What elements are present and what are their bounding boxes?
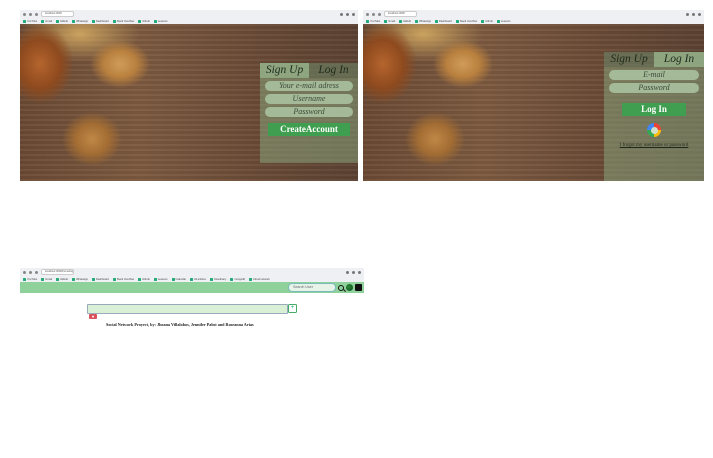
auth-tabs: Sign Up Log In [604,52,704,67]
email-field[interactable]: Your e-mail adress [265,81,353,91]
tab-signup[interactable]: Sign Up [260,63,309,78]
back-icon[interactable] [366,12,369,16]
forgot-password-link[interactable]: I forgot my username or password [604,143,704,148]
login-panel: Sign Up Log In E-mail Password Log In I … [604,52,704,181]
address-bar[interactable]: localhost:3000 [384,11,417,17]
reload-icon[interactable] [35,12,38,16]
heart-icon[interactable]: ♥ [89,314,97,319]
bookmark[interactable]: Lessons [153,19,168,23]
bookmark[interactable]: Cloud network [249,277,270,281]
bookmark[interactable]: Lessons [153,277,168,281]
tab-login[interactable]: Log In [654,52,704,67]
footer-credit: Social Network Proyect, by: Jhoana Villa… [106,322,254,327]
bookmark[interactable]: YouTube [23,19,37,23]
bookmark[interactable]: Dashboard [92,19,109,23]
exit-icon[interactable] [355,284,362,291]
login-button[interactable]: Log In [622,103,686,116]
bread-background: Sign Up Log In E-mail Password Log In I … [363,24,704,181]
email-field[interactable]: E-mail [609,70,699,80]
bookmark[interactable]: Stack Overflow [455,19,477,23]
reload-icon[interactable] [35,270,38,274]
post-input[interactable] [87,304,288,314]
bookmark[interactable]: Gmail [41,19,52,23]
extension-icon[interactable] [686,12,689,16]
globe-icon[interactable] [346,284,353,291]
tab-login[interactable]: Log In [309,63,358,78]
star-icon[interactable] [346,12,349,16]
bookmark[interactable]: Github [481,19,493,23]
bookmark[interactable]: Cloudinary [209,277,226,281]
signup-panel: Sign Up Log In Your e-mail adress Userna… [260,63,358,163]
bookmark[interactable]: Github [138,19,150,23]
add-post-icon[interactable]: + [288,304,297,313]
search-icon[interactable] [338,284,344,291]
extension-icon[interactable] [346,270,349,274]
bookmark[interactable]: Stack Overflow [112,19,134,23]
tab-signup[interactable]: Sign Up [604,52,654,67]
bookmark[interactable]: GitHub [55,19,68,23]
bookmark[interactable]: WhatsApp [72,277,88,281]
star-icon[interactable] [692,12,695,16]
bookmark[interactable]: YouTube [366,19,380,23]
profile-icon[interactable] [352,12,355,16]
address-bar[interactable]: localhost:3000 [41,11,74,17]
bookmark[interactable]: GitHub [55,277,68,281]
bookmark[interactable]: Dashboard [435,19,452,23]
bookmark[interactable]: YouTube [23,277,37,281]
profile-icon[interactable] [698,12,701,16]
bread-background: Sign Up Log In Your e-mail adress Userna… [20,24,358,181]
browser-actions [686,12,701,16]
bookmark[interactable]: GitHub [398,19,411,23]
browser-toolbar: localhost:3000 [20,10,358,18]
browser-toolbar: localhost:3000 [363,10,704,18]
browser-toolbar: localhost:3000/home/logs [20,268,364,276]
profile-icon[interactable] [358,270,361,274]
create-account-button[interactable]: CreateAccount [268,123,350,136]
star-icon[interactable] [352,270,355,274]
bookmark[interactable]: mongodb [230,277,245,281]
extension-icon[interactable] [340,12,343,16]
login-screenshot: localhost:3000 YouTube Gmail GitHub What… [363,10,704,181]
top-navbar: Search User [20,282,364,293]
browser-actions [346,270,361,274]
address-bar[interactable]: localhost:3000/home/logs [41,269,74,275]
feed-screenshot: localhost:3000/home/logs YouTube Gmail G… [20,268,364,332]
auth-tabs: Sign Up Log In [260,63,358,78]
back-icon[interactable] [23,270,26,274]
google-icon[interactable] [647,123,661,137]
bookmark[interactable]: Lessons [496,19,511,23]
bookmark[interactable]: WhatsApp [72,19,88,23]
password-field[interactable]: Password [609,83,699,93]
username-field[interactable]: Username [265,94,353,104]
forward-icon[interactable] [29,270,32,274]
bookmark[interactable]: Dashboard [92,277,109,281]
bookmark[interactable]: Gmail [384,19,395,23]
signup-screenshot: localhost:3000 YouTube Gmail GitHub What… [20,10,358,181]
forward-icon[interactable] [372,12,375,16]
bookmark[interactable]: Calendar [171,277,186,281]
bookmark[interactable]: Github [138,277,150,281]
bookmark[interactable]: Stack Overflow [112,277,134,281]
back-icon[interactable] [23,12,26,16]
bookmark[interactable]: WhatsApp [415,19,431,23]
password-field[interactable]: Password [265,107,353,117]
search-user-input[interactable]: Search User [288,283,336,292]
forward-icon[interactable] [29,12,32,16]
browser-actions [340,12,355,16]
bookmark[interactable]: Gmail [41,277,52,281]
feed-page: Search User + ♥ Social Network Proyect, … [20,282,364,332]
bookmark[interactable]: All articles [190,277,206,281]
reload-icon[interactable] [378,12,381,16]
